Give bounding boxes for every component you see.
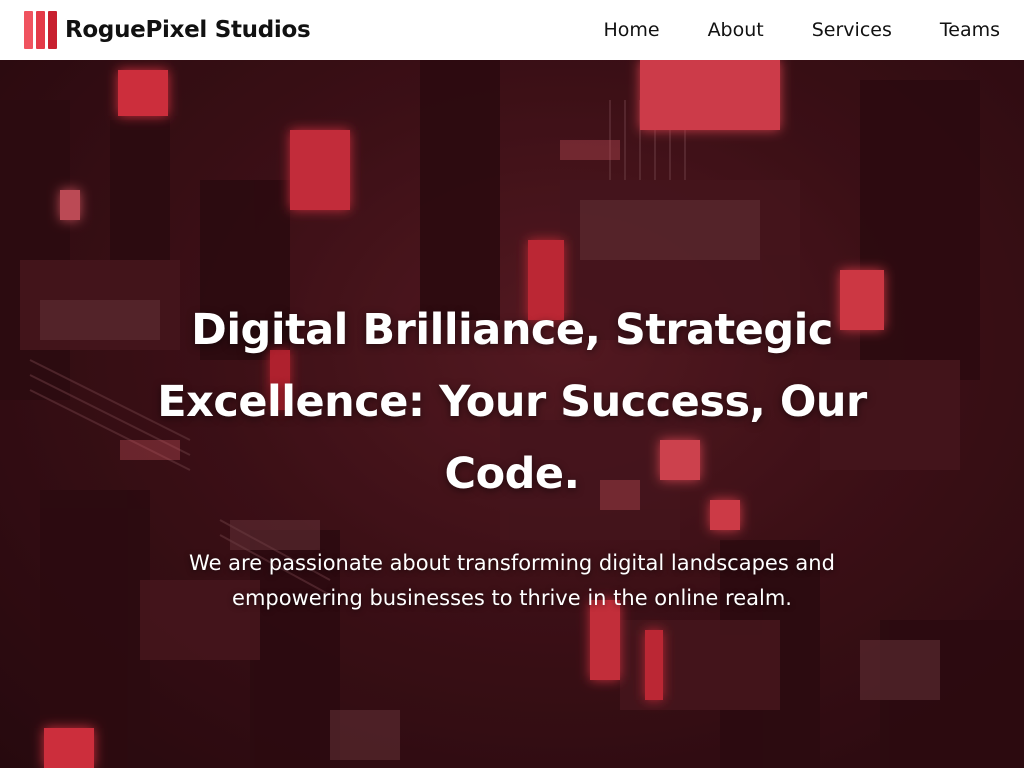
nav-link-about[interactable]: About [684,0,788,60]
nav-links: Home About Services Teams [579,0,1000,60]
hero-subtitle: We are passionate about transforming dig… [189,551,835,610]
brand-name: RoguePixel Studios [65,17,311,43]
brand[interactable]: RoguePixel Studios [24,11,311,49]
navbar: RoguePixel Studios Home About Services T… [0,0,1024,60]
hero-content: Digital Brilliance, Strategic Excellence… [0,294,1024,616]
nav-link-services[interactable]: Services [788,0,916,60]
hero-title: Digital Brilliance, Strategic Excellence… [157,305,867,499]
nav-link-home[interactable]: Home [579,0,683,60]
hero-section: Digital Brilliance, Strategic Excellence… [0,60,1024,768]
nav-link-teams[interactable]: Teams [916,0,1000,60]
logo-icon [24,11,57,49]
